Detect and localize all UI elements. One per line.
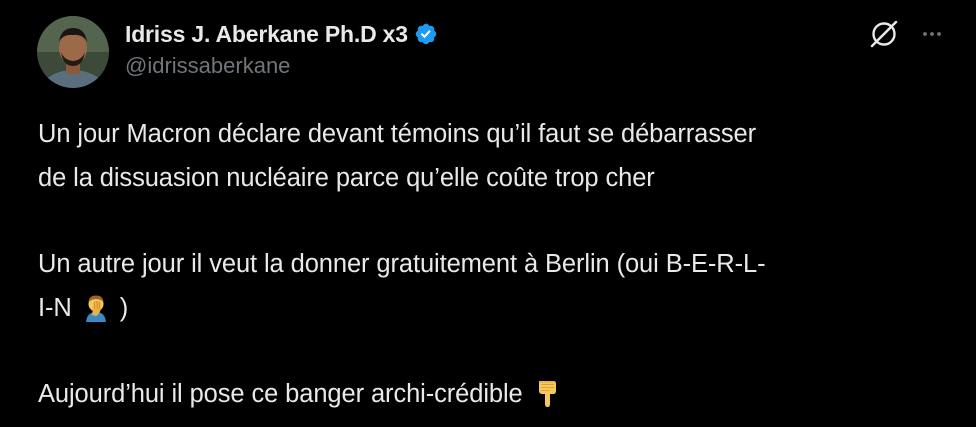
more-options-button[interactable]: [914, 16, 950, 52]
tweet-line: de la dissuasion nucléaire parce qu’elle…: [38, 164, 655, 192]
more-horizontal-icon: [923, 32, 941, 36]
tweet-text: Un jour Macron déclare devant témoins qu…: [38, 112, 958, 416]
grok-button[interactable]: [866, 16, 902, 52]
grok-icon: [870, 20, 898, 48]
author-name-row[interactable]: Idriss J. Aberkane Ph.D x3: [125, 17, 438, 51]
tweet-card: Idriss J. Aberkane Ph.D x3 @idrissaberka…: [0, 0, 976, 427]
avatar[interactable]: [37, 16, 109, 88]
pointing-down-emoji-icon: [532, 378, 562, 408]
tweet-line: Un autre jour il veut la donner gratuite…: [38, 250, 766, 278]
tweet-text-fragment: I-N: [38, 294, 72, 322]
author-handle[interactable]: @idrissaberkane: [125, 53, 290, 79]
avatar-image: [37, 16, 109, 88]
tweet-line-with-emoji: I-N ): [38, 286, 958, 330]
tweet-text-fragment: Aujourd’hui il pose ce banger archi-créd…: [38, 380, 523, 408]
tweet-line-with-emoji: Aujourd’hui il pose ce banger archi-créd…: [38, 372, 958, 416]
facepalm-emoji-icon: [81, 292, 111, 322]
tweet-line: Un jour Macron déclare devant témoins qu…: [38, 120, 756, 148]
display-name[interactable]: Idriss J. Aberkane Ph.D x3: [125, 21, 408, 48]
tweet-text-fragment: ): [119, 294, 129, 322]
verified-badge-icon: [414, 22, 438, 46]
